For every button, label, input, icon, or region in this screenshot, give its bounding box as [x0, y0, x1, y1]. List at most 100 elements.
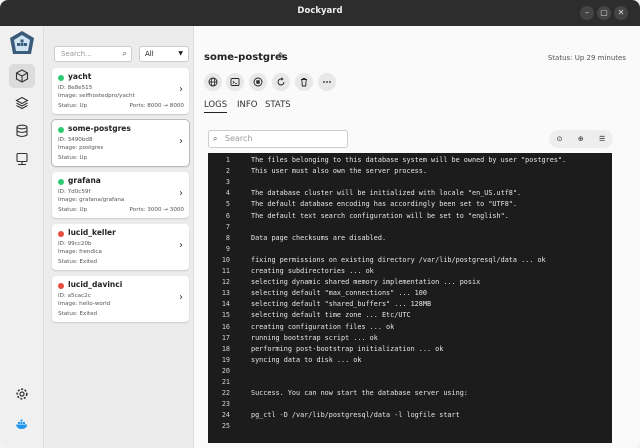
log-line: 22 Success. You can now start the databas…: [208, 389, 612, 400]
container-card-grafana[interactable]: grafana ID: 7d0c59f Image: grafana/grafa…: [52, 172, 189, 218]
container-status: Status: Up: [58, 103, 88, 109]
log-line: 25: [208, 422, 612, 433]
container-id: ID: a5cac2c: [58, 293, 91, 299]
layers-icon: [15, 96, 29, 110]
log-line-text: This user must also own the server proce…: [251, 167, 427, 176]
log-line: 1 The files belonging to this database sy…: [208, 156, 612, 167]
log-line-number: 13: [221, 289, 230, 298]
log-line: 21: [208, 378, 612, 389]
log-line-number: 16: [221, 322, 230, 331]
status-dot: [58, 231, 64, 237]
networks-nav-button[interactable]: [9, 147, 35, 171]
close-icon[interactable]: ✕: [614, 6, 628, 20]
gear-icon: [16, 388, 28, 400]
container-image: Image: hello-world: [58, 301, 111, 307]
log-line: 18 performing post-bootstrap initializati…: [208, 345, 612, 356]
container-image: Image: frendica: [58, 249, 102, 255]
log-toolbar: ⊙ ⊕ ☰: [549, 130, 613, 148]
filter-lines-icon[interactable]: ☰: [599, 135, 605, 143]
delete-button[interactable]: [295, 73, 313, 91]
minimize-icon[interactable]: –: [580, 6, 594, 20]
app-window: Dockyard – ▢ ✕ Search... ⌕ All ▼ yacht I…: [0, 0, 640, 448]
log-line-number: 23: [221, 400, 230, 409]
status-filter-select[interactable]: All ▼: [139, 46, 189, 62]
database-icon: [16, 124, 28, 138]
volumes-nav-button[interactable]: [9, 119, 35, 143]
scroll-down-icon[interactable]: ⊙: [557, 135, 563, 143]
log-line-number: 3: [225, 178, 230, 187]
log-line: 16 creating configuration files ... ok: [208, 323, 612, 334]
log-search-input[interactable]: ⌕ Search: [208, 130, 348, 148]
search-icon: ⌕: [213, 134, 218, 143]
restart-button[interactable]: [272, 73, 290, 91]
edit-icon[interactable]: ✎: [278, 52, 286, 62]
log-line-number: 6: [225, 211, 230, 220]
log-line-number: 4: [225, 189, 230, 198]
log-line: 17 running bootstrap script ... ok: [208, 334, 612, 345]
log-line: 2 This user must also own the server proc…: [208, 167, 612, 178]
tab-logs[interactable]: LOGS: [204, 100, 228, 113]
container-status: Status: Up: [58, 155, 88, 161]
log-line-number: 5: [225, 200, 230, 209]
stop-button[interactable]: [249, 73, 267, 91]
container-id: ID: 8e8e515: [58, 85, 93, 91]
container-card-yacht[interactable]: yacht ID: 8e8e515 Image: selfhostedpro/y…: [52, 68, 189, 114]
container-uptime-status: Status: Up 29 minutes: [547, 54, 626, 62]
log-line: 13 selecting default "max_connections" ..…: [208, 289, 612, 300]
tab-stats[interactable]: STATS: [265, 100, 291, 110]
container-status: Status: Up: [58, 207, 88, 213]
window-title: Dockyard: [297, 6, 343, 16]
log-line-number: 22: [221, 389, 230, 398]
container-ports: Ports: 3000 → 3000: [129, 207, 184, 213]
log-line: 15 selecting default time zone ... Etc/UT…: [208, 311, 612, 322]
log-line-text: performing post-bootstrap initialization…: [251, 344, 444, 353]
container-card-lucid-keller[interactable]: lucid_keller ID: 99cc20b Image: frendica…: [52, 224, 189, 270]
scroll-up-icon[interactable]: ⊕: [578, 135, 584, 143]
log-line-text: The default text search configuration wi…: [251, 211, 509, 220]
container-list-pane: Search... ⌕ All ▼ yacht ID: 8e8e515 Imag…: [44, 26, 194, 448]
log-line-text: selecting default "max_connections" ... …: [251, 289, 427, 298]
container-status: Status: Exited: [58, 311, 98, 317]
search-placeholder: Search...: [61, 50, 92, 58]
container-id: ID: 7d0c59f: [58, 189, 91, 195]
more-icon: [323, 81, 331, 83]
images-nav-button[interactable]: [9, 91, 35, 115]
terminal-button[interactable]: [226, 73, 244, 91]
stop-icon: [253, 77, 263, 87]
chevron-right-icon: ›: [179, 292, 183, 303]
maximize-icon[interactable]: ▢: [597, 6, 611, 20]
log-line: 5 The default database encoding has accor…: [208, 200, 612, 211]
tab-info[interactable]: INFO: [237, 100, 257, 110]
open-browser-button[interactable]: [204, 73, 222, 91]
container-ports: Ports: 8000 → 8000: [129, 103, 184, 109]
container-name: lucid_davinci: [68, 280, 123, 289]
log-line-number: 24: [221, 411, 230, 420]
container-card-lucid-davinci[interactable]: lucid_davinci ID: a5cac2c Image: hello-w…: [52, 276, 189, 322]
log-line-number: 15: [221, 311, 230, 320]
log-line-number: 2: [225, 167, 230, 176]
container-id: ID: 99cc20b: [58, 241, 92, 247]
log-line-text: Success. You can now start the database …: [251, 389, 468, 398]
container-search-input[interactable]: Search... ⌕: [54, 46, 132, 62]
status-dot: [58, 179, 64, 185]
log-line-text: creating subdirectories ... ok: [251, 267, 374, 275]
container-card-some-postgres[interactable]: some-postgres ID: 3490bd8 Image: postgre…: [52, 120, 189, 166]
log-line-number: 21: [221, 378, 230, 386]
cube-icon: [15, 69, 29, 83]
log-line-text: fixing permissions on existing directory…: [251, 255, 546, 264]
log-line-text: selecting default time zone ... Etc/UTC: [251, 311, 411, 320]
log-output: 1 The files belonging to this database sy…: [208, 153, 612, 443]
status-dot: [58, 283, 64, 289]
settings-nav-button[interactable]: [9, 382, 35, 406]
globe-icon: [208, 77, 218, 87]
log-line-number: 12: [221, 278, 230, 287]
containers-nav-button[interactable]: [9, 64, 35, 88]
log-line-text: creating configuration files ... ok: [251, 322, 395, 331]
docker-nav-button[interactable]: [9, 412, 35, 436]
log-line-number: 10: [221, 255, 230, 264]
log-line: 19 syncing data to disk ... ok: [208, 356, 612, 367]
log-line-text: running bootstrap script ... ok: [251, 333, 378, 342]
container-status: Status: Exited: [58, 259, 98, 265]
container-name: yacht: [68, 72, 92, 81]
more-options-button[interactable]: [318, 73, 336, 91]
